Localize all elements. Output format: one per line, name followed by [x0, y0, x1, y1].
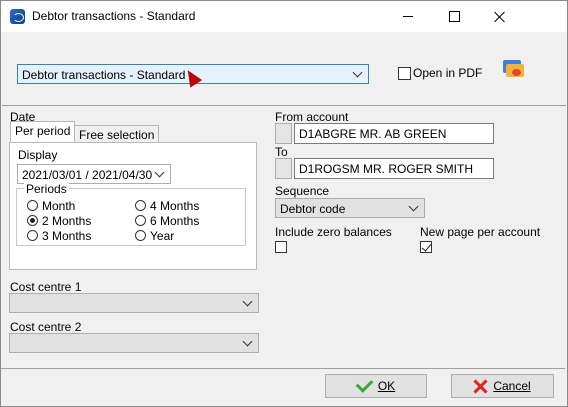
window-title: Debtor transactions - Standard	[32, 9, 196, 23]
sequence-value: Debtor code	[280, 202, 346, 216]
display-select-value: 2021/03/01 / 2021/04/30	[22, 168, 153, 182]
from-account-field[interactable]: D1ABGRE MR. AB GREEN	[294, 123, 494, 144]
close-button[interactable]	[477, 1, 523, 32]
chevron-down-icon	[408, 201, 419, 212]
radio-6-months[interactable]	[135, 215, 146, 226]
close-icon	[494, 11, 506, 23]
ok-button-label: OK	[377, 379, 396, 393]
radio-3-months[interactable]	[27, 230, 38, 241]
radio-month[interactable]	[27, 200, 38, 211]
chevron-down-icon	[352, 67, 363, 78]
include-zero-checkbox[interactable]	[275, 241, 287, 253]
report-panel: Debtor transactions - Standard Open in P…	[1, 33, 567, 103]
from-account-lookup-button[interactable]	[275, 123, 292, 144]
cancel-button-label: Cancel	[493, 379, 531, 393]
to-account-lookup-button[interactable]	[275, 158, 292, 179]
cancel-button[interactable]: Cancel	[451, 374, 554, 398]
cards-icon[interactable]	[503, 58, 525, 78]
display-select[interactable]: 2021/03/01 / 2021/04/30	[17, 164, 171, 184]
report-select-value: Debtor transactions - Standard	[22, 68, 186, 82]
to-account-label: To	[275, 145, 288, 159]
periods-legend: Periods	[24, 182, 69, 196]
to-account-field[interactable]: D1ROGSM MR. ROGER SMITH	[294, 158, 494, 179]
open-in-pdf-checkbox[interactable]	[398, 67, 411, 80]
cost-centre-1-label: Cost centre 1	[10, 280, 82, 294]
radio-month-label[interactable]: Month	[42, 199, 75, 213]
display-label: Display	[18, 148, 58, 162]
to-account-value: D1ROGSM MR. ROGER SMITH	[299, 162, 474, 176]
sequence-label: Sequence	[275, 184, 330, 198]
maximize-button[interactable]	[431, 1, 477, 32]
new-page-checkbox[interactable]	[420, 241, 432, 253]
radio-2-months[interactable]	[27, 215, 38, 226]
app-icon	[10, 9, 25, 24]
include-zero-label: Include zero balances	[275, 225, 392, 239]
cost-centre-2-label: Cost centre 2	[10, 320, 82, 334]
radio-3-months-label[interactable]: 3 Months	[42, 229, 91, 243]
radio-year[interactable]	[135, 230, 146, 241]
chevron-down-icon	[242, 296, 253, 307]
sequence-select[interactable]: Debtor code	[275, 198, 425, 218]
radio-year-label[interactable]: Year	[150, 229, 174, 243]
ok-button[interactable]: OK	[325, 374, 427, 398]
radio-4-months[interactable]	[135, 200, 146, 211]
from-account-value: D1ABGRE MR. AB GREEN	[299, 127, 447, 141]
minimize-icon	[403, 16, 413, 17]
cost-centre-1-select[interactable]	[9, 293, 259, 313]
chevron-down-icon	[242, 336, 253, 347]
cost-centre-2-select[interactable]	[9, 333, 259, 353]
divider	[2, 105, 566, 106]
from-account-label: From account	[275, 110, 349, 124]
new-page-label: New page per account	[420, 225, 541, 239]
radio-6-months-label[interactable]: 6 Months	[150, 214, 199, 228]
chevron-down-icon	[154, 167, 165, 178]
checkmark-icon	[355, 375, 374, 393]
radio-4-months-label[interactable]: 4 Months	[150, 199, 199, 213]
maximize-icon	[448, 11, 460, 22]
minimize-button[interactable]	[385, 1, 431, 32]
title-bar: Debtor transactions - Standard	[1, 1, 567, 32]
open-in-pdf-label[interactable]: Open in PDF	[413, 66, 482, 80]
cancel-x-icon	[474, 380, 487, 393]
radio-2-months-label[interactable]: 2 Months	[42, 214, 91, 228]
tab-per-period[interactable]: Per period	[10, 121, 76, 142]
